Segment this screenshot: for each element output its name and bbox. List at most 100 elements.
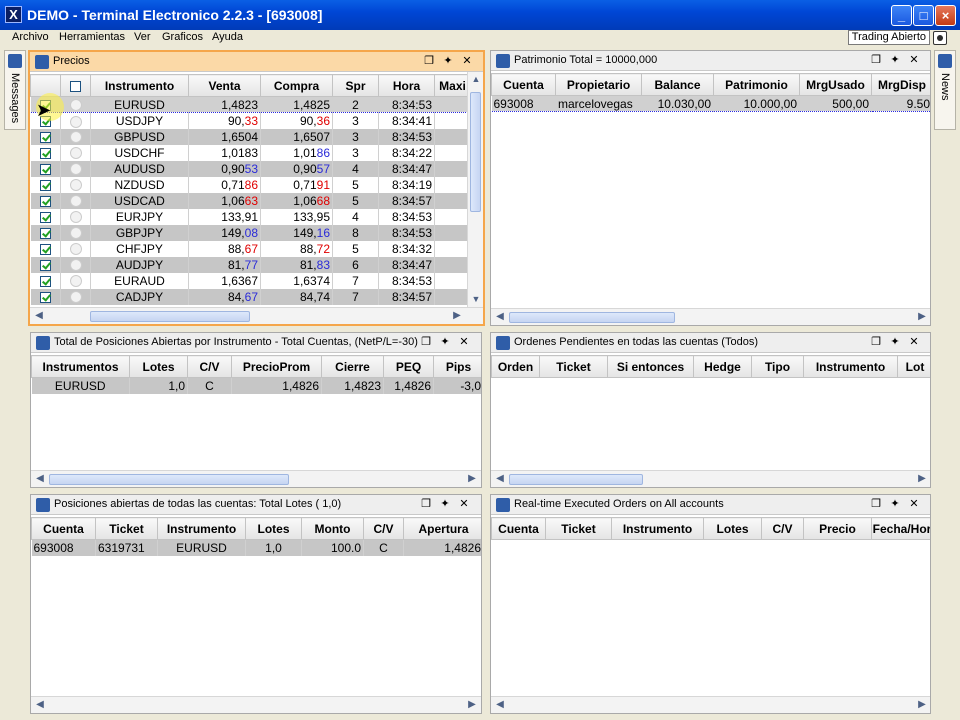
- col-cv[interactable]: C/V: [363, 517, 404, 540]
- row-checkbox-cell[interactable]: [30, 176, 61, 193]
- col-cuenta[interactable]: Cuenta: [491, 73, 556, 96]
- scroll-right-icon[interactable]: ▶: [450, 310, 464, 323]
- table-row[interactable]: 693008 6319731 EURUSD 1,0 100.0 C 1,4826: [31, 539, 481, 556]
- messages-side-tab[interactable]: Messages: [4, 50, 26, 130]
- scroll-thumb[interactable]: [509, 474, 643, 485]
- col-precioprom[interactable]: PrecioProm: [231, 355, 322, 378]
- patrimonio-horizontal-scrollbar[interactable]: ◀ ▶: [491, 308, 930, 325]
- col-lotes[interactable]: Lot: [897, 355, 930, 378]
- row-checkbox[interactable]: [39, 179, 51, 191]
- menu-ayuda[interactable]: Ayuda: [212, 31, 243, 43]
- col-instrumento[interactable]: Instrumento: [90, 74, 189, 97]
- col-propietario[interactable]: Propietario: [555, 73, 642, 96]
- col-orden[interactable]: Orden: [491, 355, 540, 378]
- col-mrgdisp[interactable]: MrgDisp: [871, 73, 930, 96]
- col-tipo[interactable]: Tipo: [751, 355, 804, 378]
- col-cuenta[interactable]: Cuenta: [491, 517, 546, 540]
- table-row[interactable]: CHFJPY 88,67 88,72 5 8:34:32: [30, 240, 471, 257]
- menu-archivo[interactable]: Archivo: [12, 31, 49, 43]
- col-mrgusado[interactable]: MrgUsado: [799, 73, 872, 96]
- restore-icon[interactable]: ❐: [869, 497, 883, 510]
- restore-icon[interactable]: ❐: [869, 335, 883, 348]
- col-apertura[interactable]: Apertura: [403, 517, 481, 540]
- row-marker-cell[interactable]: [60, 288, 91, 305]
- row-marker-cell[interactable]: [60, 192, 91, 209]
- row-checkbox[interactable]: [39, 211, 51, 223]
- col-monto[interactable]: Monto: [301, 517, 364, 540]
- select-all-checkbox[interactable]: [70, 80, 81, 92]
- col-lotes[interactable]: Lotes: [245, 517, 302, 540]
- col-maxi[interactable]: Maxi: [434, 74, 471, 97]
- row-marker-cell[interactable]: [60, 256, 91, 273]
- col-instrumento[interactable]: Instrumento: [803, 355, 898, 378]
- pin-icon[interactable]: ✦: [441, 54, 455, 67]
- row-checkbox[interactable]: [39, 243, 51, 255]
- col-cuenta[interactable]: Cuenta: [31, 517, 96, 540]
- row-checkbox[interactable]: [39, 195, 51, 207]
- scroll-thumb[interactable]: [49, 474, 289, 485]
- close-icon[interactable]: ✕: [460, 54, 474, 67]
- col-compra[interactable]: Compra: [260, 74, 333, 97]
- favorite-icon[interactable]: [69, 115, 82, 128]
- table-row[interactable]: GBPJPY 149,08 149,16 8 8:34:53: [30, 224, 471, 241]
- select-all-header[interactable]: [60, 74, 91, 97]
- table-row[interactable]: USDCAD 1,0663 1,0668 5 8:34:57: [30, 192, 471, 209]
- scroll-right-icon[interactable]: ▶: [915, 699, 929, 712]
- row-checkbox-cell[interactable]: [30, 128, 61, 145]
- scroll-thumb[interactable]: [509, 312, 675, 323]
- pin-icon[interactable]: ✦: [888, 335, 902, 348]
- pin-icon[interactable]: ✦: [438, 497, 452, 510]
- col-pips[interactable]: Pips: [433, 355, 481, 378]
- row-marker-cell[interactable]: [60, 240, 91, 257]
- row-checkbox-cell[interactable]: [30, 288, 61, 305]
- precios-horizontal-scrollbar[interactable]: ◀ ▶: [30, 307, 483, 324]
- col-instrumento[interactable]: Instrumento: [611, 517, 704, 540]
- favorite-icon[interactable]: [69, 211, 82, 224]
- menu-ver[interactable]: Ver: [134, 31, 151, 43]
- favorite-icon[interactable]: [69, 275, 82, 288]
- col-patrimonio[interactable]: Patrimonio: [713, 73, 800, 96]
- row-checkbox[interactable]: [39, 163, 51, 175]
- row-checkbox-cell[interactable]: [30, 240, 61, 257]
- favorite-icon[interactable]: [69, 195, 82, 208]
- scroll-left-icon[interactable]: ◀: [493, 699, 507, 712]
- close-icon[interactable]: ✕: [457, 497, 471, 510]
- col-venta[interactable]: Venta: [188, 74, 261, 97]
- table-row[interactable]: EURJPY 133,91 133,95 4 8:34:53: [30, 208, 471, 225]
- row-checkbox[interactable]: [39, 227, 51, 239]
- close-icon[interactable]: ✕: [907, 335, 921, 348]
- row-checkbox[interactable]: [39, 131, 51, 143]
- row-checkbox-cell[interactable]: [30, 208, 61, 225]
- row-checkbox-cell[interactable]: [30, 160, 61, 177]
- restore-icon[interactable]: ❐: [869, 53, 883, 66]
- scroll-right-icon[interactable]: ▶: [465, 473, 479, 486]
- favorite-icon[interactable]: [69, 259, 82, 272]
- precios-vertical-scrollbar[interactable]: ▲ ▼: [467, 72, 483, 310]
- row-marker-cell[interactable]: [60, 224, 91, 241]
- close-icon[interactable]: ✕: [907, 53, 921, 66]
- maximize-button[interactable]: □: [913, 5, 934, 26]
- scroll-left-icon[interactable]: ◀: [493, 473, 507, 486]
- scroll-left-icon[interactable]: ◀: [32, 310, 46, 323]
- row-checkbox-cell[interactable]: [30, 224, 61, 241]
- row-marker-cell[interactable]: [60, 128, 91, 145]
- col-ticket[interactable]: Ticket: [539, 355, 608, 378]
- table-row[interactable]: EURUSD 1,0 C 1,4826 1,4823 1,4826 -3,0: [31, 377, 481, 394]
- col-balance[interactable]: Balance: [641, 73, 714, 96]
- col-lotes[interactable]: Lotes: [129, 355, 188, 378]
- status-indicator-icon[interactable]: [933, 31, 947, 45]
- table-row[interactable]: USDCHF 1,0183 1,0186 3 8:34:22: [30, 144, 471, 161]
- row-marker-cell[interactable]: [60, 272, 91, 289]
- row-checkbox[interactable]: [39, 147, 51, 159]
- favorite-icon[interactable]: [69, 227, 82, 240]
- ordenes-pendientes-horizontal-scrollbar[interactable]: ◀ ▶: [491, 470, 930, 487]
- row-checkbox[interactable]: [39, 275, 51, 287]
- scroll-right-icon[interactable]: ▶: [915, 311, 929, 324]
- restore-icon[interactable]: ❐: [419, 497, 433, 510]
- row-checkbox-cell[interactable]: [30, 144, 61, 161]
- table-row[interactable]: CADJPY 84,67 84,74 7 8:34:57: [30, 288, 471, 305]
- scroll-left-icon[interactable]: ◀: [493, 311, 507, 324]
- row-marker-cell[interactable]: [60, 176, 91, 193]
- col-hora[interactable]: Hora: [378, 74, 435, 97]
- pin-icon[interactable]: ✦: [438, 335, 452, 348]
